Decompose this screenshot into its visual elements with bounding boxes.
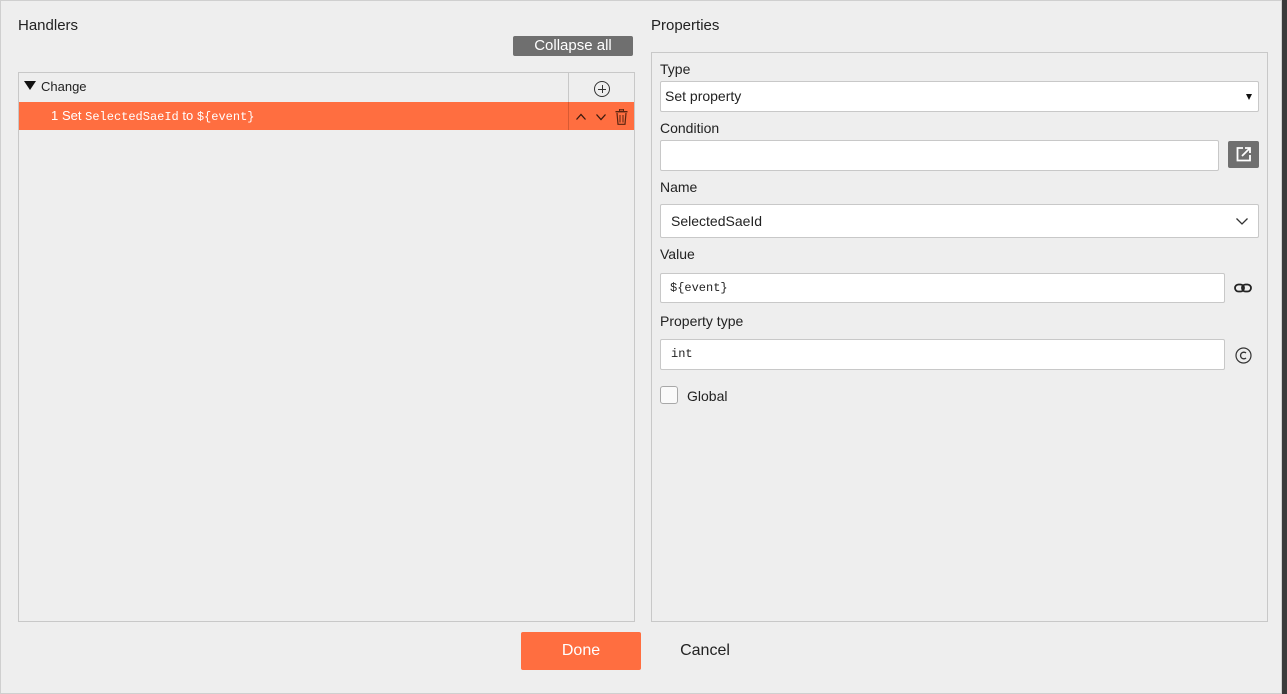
property-type-label: Property type	[660, 313, 744, 329]
action-property: SelectedSaeId	[85, 110, 179, 124]
select-arrow-icon	[1246, 94, 1252, 100]
add-action-icon[interactable]	[594, 81, 610, 97]
background-edge	[1282, 0, 1287, 694]
row-divider	[568, 102, 569, 130]
condition-input[interactable]	[660, 140, 1219, 171]
name-label: Name	[660, 179, 698, 195]
collapse-all-button[interactable]: Collapse all	[513, 36, 633, 56]
properties-title: Properties	[651, 17, 720, 34]
type-select[interactable]: Set property	[660, 81, 1259, 112]
property-type-input[interactable]: int	[660, 339, 1225, 370]
link-icon[interactable]	[1234, 281, 1252, 295]
cancel-button[interactable]: Cancel	[665, 632, 745, 670]
value-input[interactable]: ${event}	[660, 273, 1225, 303]
move-up-icon[interactable]	[576, 112, 586, 122]
action-value: ${event}	[196, 110, 255, 124]
action-row-selected[interactable]: 1 Set SelectedSaeId to ${event}	[19, 102, 634, 130]
action-description: Set SelectedSaeId to ${event}	[62, 108, 254, 124]
global-label: Global	[687, 388, 728, 404]
handlers-panel: Change 1 Set SelectedSaeId to ${event}	[18, 72, 635, 622]
expand-triangle-icon[interactable]	[24, 81, 36, 90]
name-select[interactable]: SelectedSaeId	[660, 204, 1259, 238]
type-value: Set property	[665, 88, 742, 104]
handler-group-label: Change	[41, 79, 87, 94]
handlers-title: Handlers	[18, 17, 79, 34]
move-down-icon[interactable]	[596, 112, 606, 122]
global-checkbox[interactable]	[660, 386, 678, 404]
open-external-icon	[1236, 147, 1251, 162]
properties-panel: Type Set property Condition Name Selecte…	[651, 52, 1268, 622]
handler-group-change[interactable]: Change	[19, 73, 634, 103]
type-label: Type	[660, 61, 691, 77]
action-verb: Set	[62, 108, 82, 123]
copyright-icon[interactable]	[1235, 347, 1252, 364]
event-handlers-dialog: Handlers Collapse all Change 1 Set Selec…	[0, 0, 1282, 694]
value-label: Value	[660, 246, 695, 262]
delete-trash-icon[interactable]	[615, 109, 628, 125]
action-index: 1	[51, 108, 59, 123]
condition-label: Condition	[660, 120, 720, 136]
chevron-down-icon	[1236, 218, 1248, 225]
done-button[interactable]: Done	[521, 632, 641, 670]
open-condition-editor-button[interactable]	[1228, 141, 1259, 168]
action-connector: to	[182, 108, 194, 123]
name-value: SelectedSaeId	[671, 213, 763, 229]
